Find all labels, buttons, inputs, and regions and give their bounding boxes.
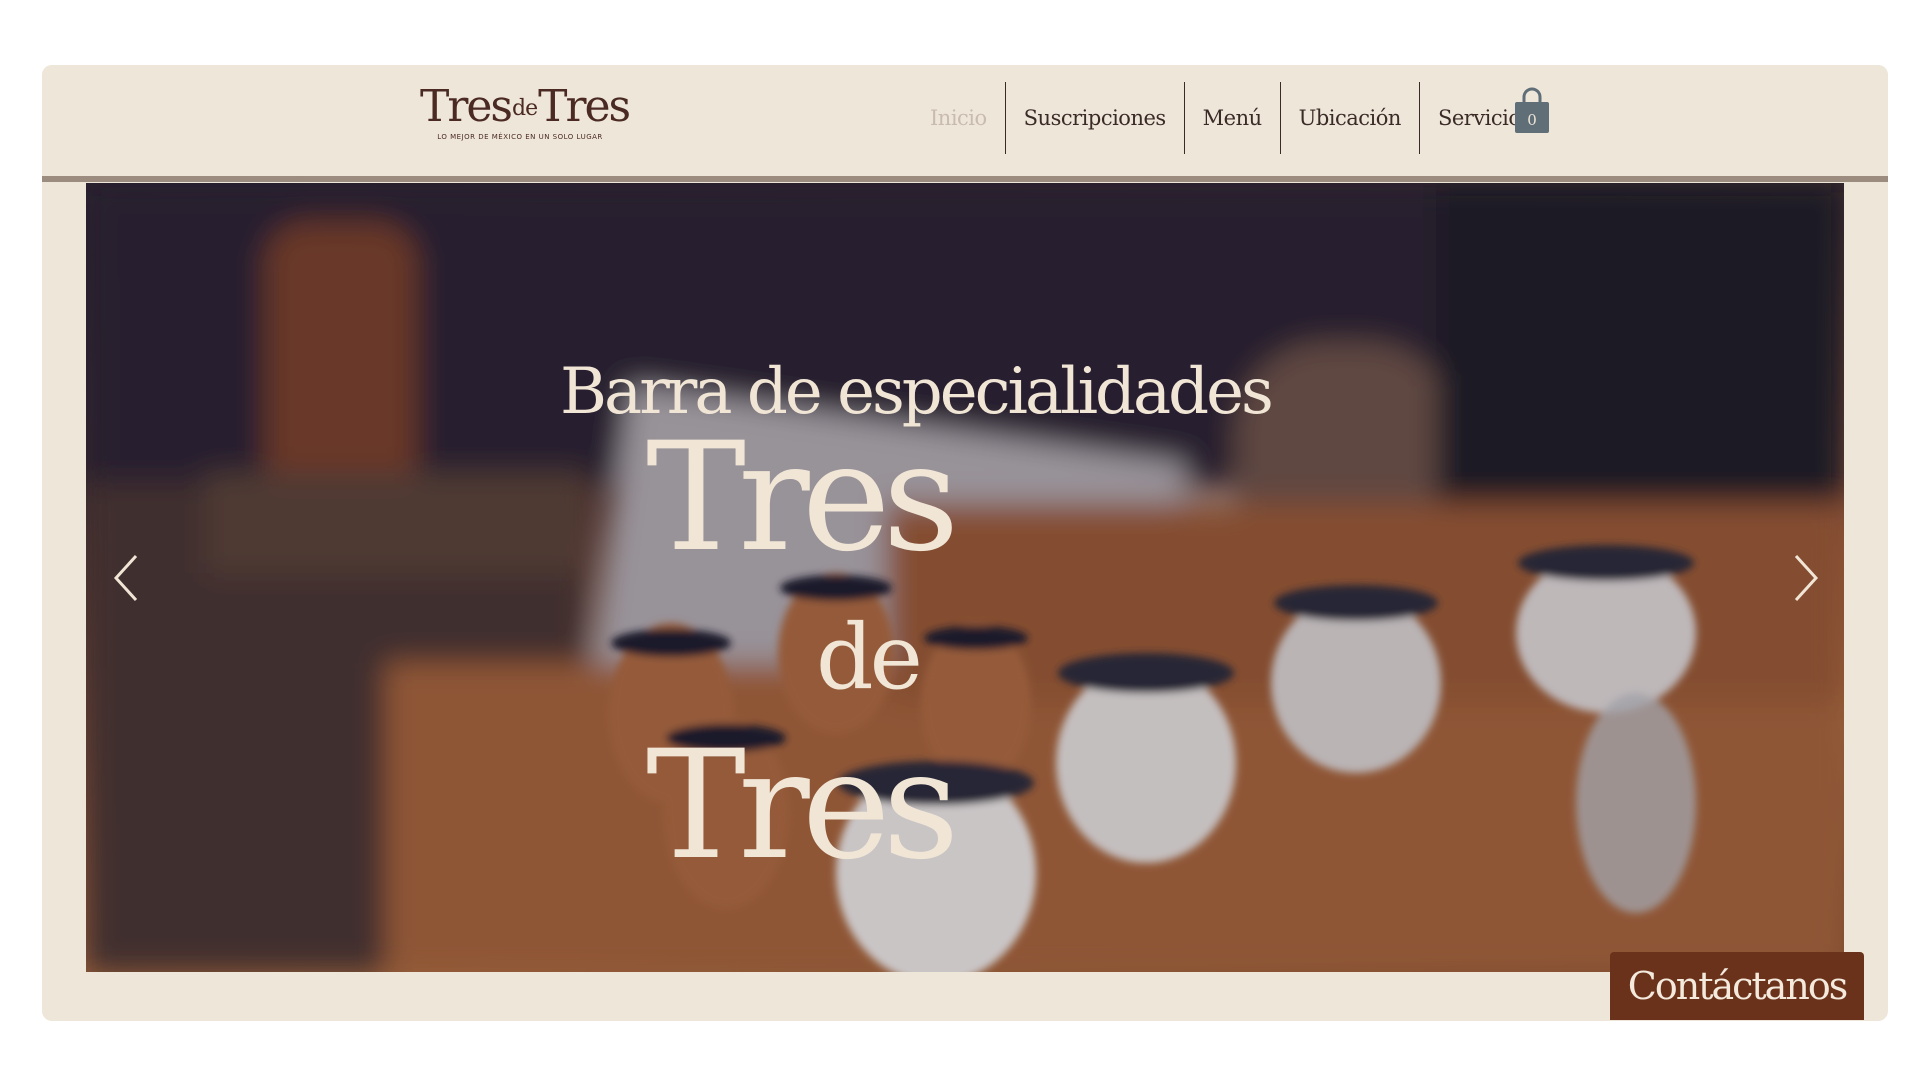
hero-title-line1: Tres (646, 411, 959, 585)
chevron-right-icon (1794, 554, 1819, 602)
cart-count: 0 (1527, 111, 1537, 129)
hero-slideshow: Barra de especialidades Tres de Tres (86, 183, 1844, 972)
logo-wordmark: TresdeTres (420, 81, 631, 132)
brand-logo[interactable]: TresdeTres LO MEJOR DE MÉXICO EN UN SOLO… (420, 81, 631, 142)
slideshow-prev-button[interactable] (106, 548, 146, 608)
contact-button[interactable]: Contáctanos (1610, 952, 1864, 1020)
hero-title-line2: de (816, 605, 923, 710)
nav-item-menu[interactable]: Menú (1185, 82, 1280, 154)
hero-overlay (86, 183, 1844, 972)
site-frame: TresdeTres LO MEJOR DE MÉXICO EN UN SOLO… (42, 65, 1888, 1021)
chevron-left-icon (113, 554, 138, 602)
nav-item-ubicacion[interactable]: Ubicación (1281, 82, 1419, 154)
logo-tagline: LO MEJOR DE MÉXICO EN UN SOLO LUGAR (437, 133, 603, 141)
hero-title-line3: Tres (646, 719, 959, 893)
site-header: TresdeTres LO MEJOR DE MÉXICO EN UN SOLO… (42, 65, 1888, 182)
slideshow-next-button[interactable] (1786, 548, 1826, 608)
main-nav: Inicio Suscripciones Menú Ubicación Serv… (912, 82, 1549, 154)
nav-item-inicio[interactable]: Inicio (912, 82, 1005, 154)
nav-item-suscripciones[interactable]: Suscripciones (1006, 82, 1184, 154)
cart-button[interactable]: 0 (1512, 87, 1552, 135)
header-divider (42, 176, 1888, 182)
